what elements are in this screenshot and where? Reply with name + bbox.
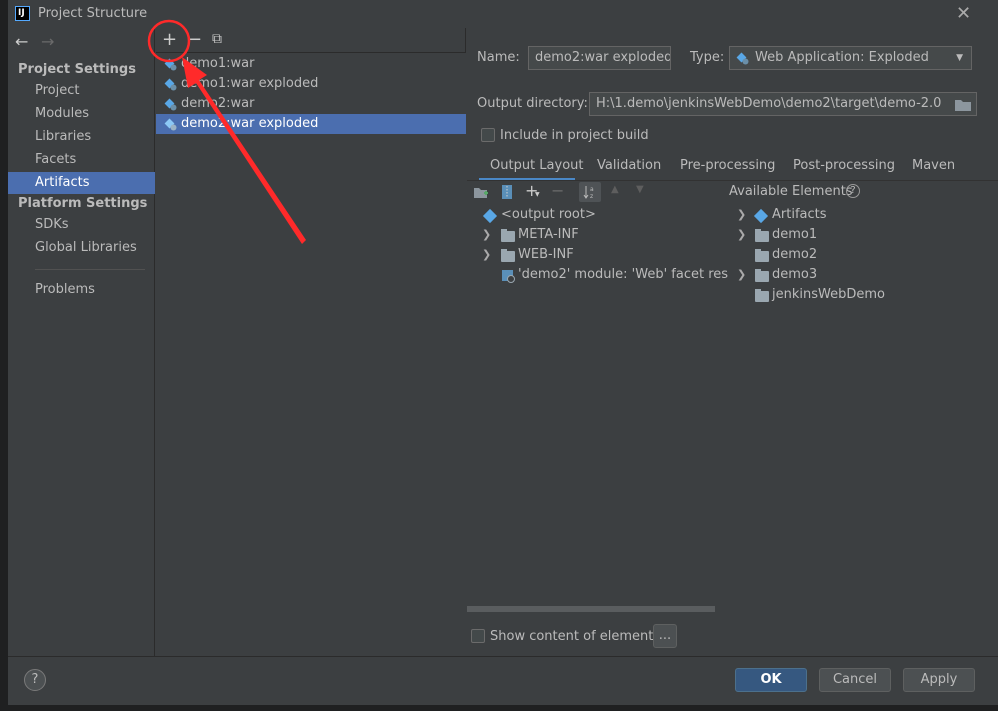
annotation-overlay [147, 19, 306, 244]
annotation-circle [147, 19, 191, 63]
annotation-arrow [182, 57, 306, 244]
